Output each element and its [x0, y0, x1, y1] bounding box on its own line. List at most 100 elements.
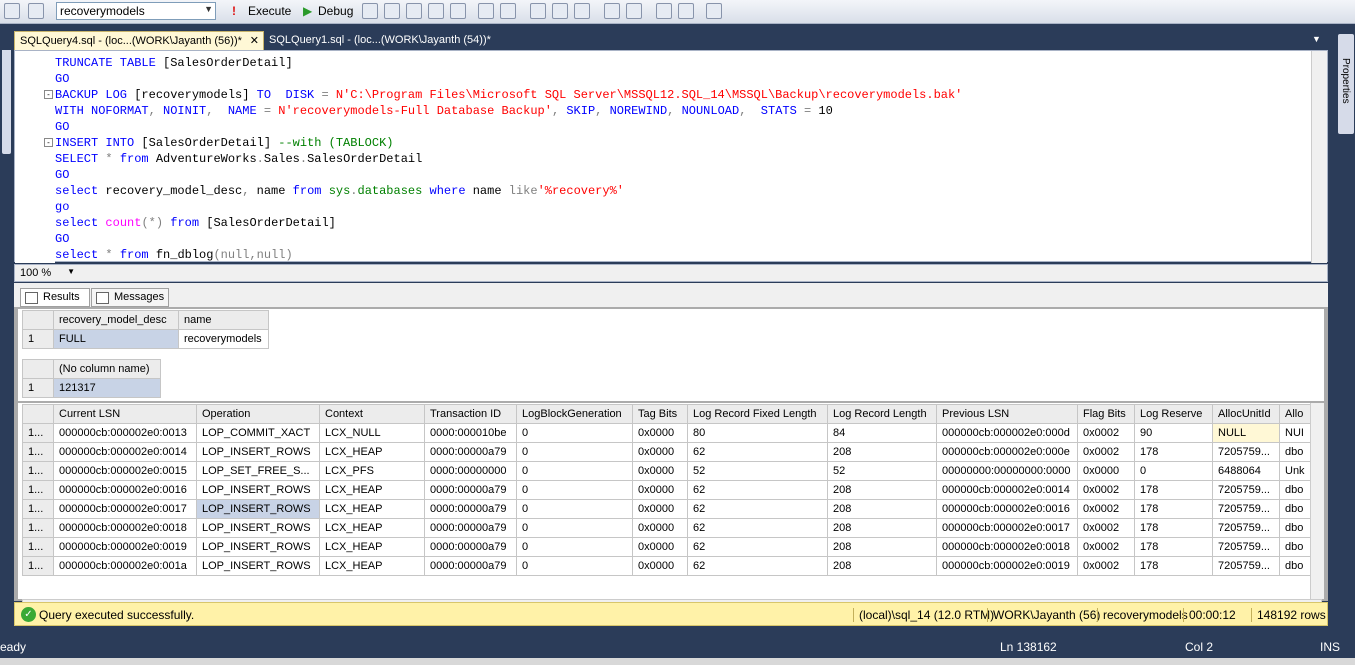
grid-cell[interactable]: LCX_HEAP	[319, 442, 425, 462]
grid-cell[interactable]: 000000cb:000002e0:000d	[936, 423, 1078, 443]
row-number[interactable]: 1...	[22, 442, 54, 462]
grid-cell[interactable]: 62	[687, 499, 828, 519]
comment-icon[interactable]	[604, 3, 620, 19]
grid-cell[interactable]: 208	[827, 537, 937, 557]
grid-cell[interactable]: 208	[827, 518, 937, 538]
editor-vertical-scrollbar[interactable]	[1311, 51, 1327, 263]
row-number[interactable]: 1...	[22, 537, 54, 557]
grid-cell[interactable]: 208	[827, 556, 937, 576]
grid-cell[interactable]: 000000cb:000002e0:0013	[53, 423, 197, 443]
grid-cell[interactable]: 90	[1134, 423, 1213, 443]
grid-cell[interactable]: 000000cb:000002e0:001a	[53, 556, 197, 576]
grid-cell[interactable]: 208	[827, 442, 937, 462]
grid-cell[interactable]: 178	[1134, 442, 1213, 462]
table-row[interactable]: 1... 000000cb:000002e0:0019 LOP_INSERT_ROW…	[22, 537, 1311, 557]
row-header-corner[interactable]	[22, 404, 54, 424]
grid-cell[interactable]: recoverymodels	[178, 329, 269, 349]
toolbar-icon-13[interactable]	[574, 3, 590, 19]
grid-cell[interactable]: LOP_INSERT_ROWS	[196, 480, 320, 500]
grid-cell[interactable]: FULL	[53, 329, 179, 349]
toolbar-icon-9[interactable]	[478, 3, 494, 19]
column-header[interactable]: Transaction ID	[424, 404, 517, 424]
grid-cell[interactable]: LOP_INSERT_ROWS	[196, 537, 320, 557]
grid-cell[interactable]: 178	[1134, 537, 1213, 557]
column-header[interactable]: Log Record Fixed Length	[687, 404, 828, 424]
grid-cell[interactable]: 178	[1134, 556, 1213, 576]
grid-cell[interactable]: NULL	[1212, 423, 1280, 443]
grid-cell[interactable]: 84	[827, 423, 937, 443]
row-number[interactable]: 1...	[22, 480, 54, 500]
grid-cell[interactable]: 0000:00000000	[424, 461, 517, 481]
table-row[interactable]: 1... 000000cb:000002e0:0013 LOP_COMMIT_XAC…	[22, 423, 1311, 443]
grid-cell[interactable]: 0	[516, 461, 633, 481]
fold-icon[interactable]: -	[44, 138, 53, 147]
grid-cell[interactable]: 0x0002	[1077, 499, 1135, 519]
grid-cell[interactable]: 0	[1134, 461, 1213, 481]
stop-icon[interactable]	[362, 3, 378, 19]
row-number[interactable]: 1...	[22, 461, 54, 481]
grid-cell[interactable]: LOP_INSERT_ROWS	[196, 499, 320, 519]
grid-cell[interactable]: 62	[687, 518, 828, 538]
grid-cell[interactable]: 000000cb:000002e0:0014	[936, 480, 1078, 500]
grid-cell[interactable]: 0	[516, 499, 633, 519]
grid-cell[interactable]: LCX_PFS	[319, 461, 425, 481]
column-header[interactable]: AllocUnitId	[1212, 404, 1280, 424]
column-header[interactable]: LogBlockGeneration	[516, 404, 633, 424]
grid-cell[interactable]: 0x0000	[632, 518, 688, 538]
zoom-select[interactable]: 100 % ▼	[17, 266, 77, 281]
grid-cell[interactable]: Unk	[1279, 461, 1311, 481]
grid-cell[interactable]: 178	[1134, 480, 1213, 500]
tab-messages[interactable]: Messages	[91, 288, 169, 307]
grid-cell[interactable]: dbo	[1279, 556, 1311, 576]
grid-cell[interactable]: 0	[516, 423, 633, 443]
grid-cell[interactable]: 0000:00000a79	[424, 499, 517, 519]
grid-cell[interactable]: 7205759...	[1212, 518, 1280, 538]
grid-cell[interactable]: dbo	[1279, 499, 1311, 519]
grid-cell[interactable]: 000000cb:000002e0:0016	[53, 480, 197, 500]
row-header-corner[interactable]	[22, 359, 54, 379]
tab-sqlquery4[interactable]: SQLQuery4.sql - (loc...(WORK\Jayanth (56…	[14, 31, 264, 50]
column-header[interactable]: Log Record Length	[827, 404, 937, 424]
grid-cell[interactable]: LOP_SET_FREE_S...	[196, 461, 320, 481]
table-row[interactable]: 1... 000000cb:000002e0:0017 LOP_INSERT_ROW…	[22, 499, 1311, 519]
grid-cell[interactable]: 7205759...	[1212, 537, 1280, 557]
grid-cell[interactable]: 0000:00000a79	[424, 556, 517, 576]
grid-cell[interactable]: 0x0002	[1077, 423, 1135, 443]
grid-cell[interactable]: 0x0000	[632, 461, 688, 481]
grid-cell[interactable]: dbo	[1279, 480, 1311, 500]
grid-cell[interactable]: 0	[516, 537, 633, 557]
grid-cell[interactable]: 000000cb:000002e0:0016	[936, 499, 1078, 519]
grid-cell[interactable]: LOP_COMMIT_XACT	[196, 423, 320, 443]
grid-cell[interactable]: 0000:00000a79	[424, 537, 517, 557]
object-explorer-tab[interactable]	[2, 34, 11, 154]
grid-cell[interactable]: LOP_INSERT_ROWS	[196, 556, 320, 576]
column-header[interactable]: Allo	[1279, 404, 1311, 424]
database-select[interactable]: recoverymodels ▼	[56, 2, 216, 20]
grid-cell[interactable]: 0x0000	[632, 537, 688, 557]
table-row[interactable]: 1... 000000cb:000002e0:0018 LOP_INSERT_ROW…	[22, 518, 1311, 538]
grid-cell[interactable]: 52	[687, 461, 828, 481]
grid-cell[interactable]: LCX_HEAP	[319, 518, 425, 538]
column-header[interactable]: Context	[319, 404, 425, 424]
grid-cell[interactable]: 178	[1134, 499, 1213, 519]
grid-cell[interactable]: 00000000:00000000:0000	[936, 461, 1078, 481]
row-number[interactable]: 1	[22, 378, 54, 398]
grid-cell[interactable]: 208	[827, 499, 937, 519]
grid-cell[interactable]: 178	[1134, 518, 1213, 538]
parse-icon[interactable]	[384, 3, 400, 19]
grid-cell[interactable]: 0000:00000a79	[424, 518, 517, 538]
column-header[interactable]: recovery_model_desc	[53, 310, 179, 330]
grid-cell[interactable]: 000000cb:000002e0:0019	[936, 556, 1078, 576]
grid-cell[interactable]: 80	[687, 423, 828, 443]
tab-list-dropdown-icon[interactable]: ▼	[1312, 34, 1321, 44]
grid-cell[interactable]: 7205759...	[1212, 442, 1280, 462]
grid-cell[interactable]: 000000cb:000002e0:0017	[53, 499, 197, 519]
tab-sqlquery1[interactable]: SQLQuery1.sql - (loc...(WORK\Jayanth (54…	[264, 31, 504, 50]
grid-vertical-scrollbar[interactable]	[1310, 403, 1324, 599]
column-header[interactable]: Current LSN	[53, 404, 197, 424]
uncomment-icon[interactable]	[626, 3, 642, 19]
grid-cell[interactable]: 0x0000	[632, 499, 688, 519]
column-header[interactable]: (No column name)	[53, 359, 161, 379]
grid-cell[interactable]: 0x0002	[1077, 480, 1135, 500]
toolbar-icon-1[interactable]	[4, 3, 20, 19]
